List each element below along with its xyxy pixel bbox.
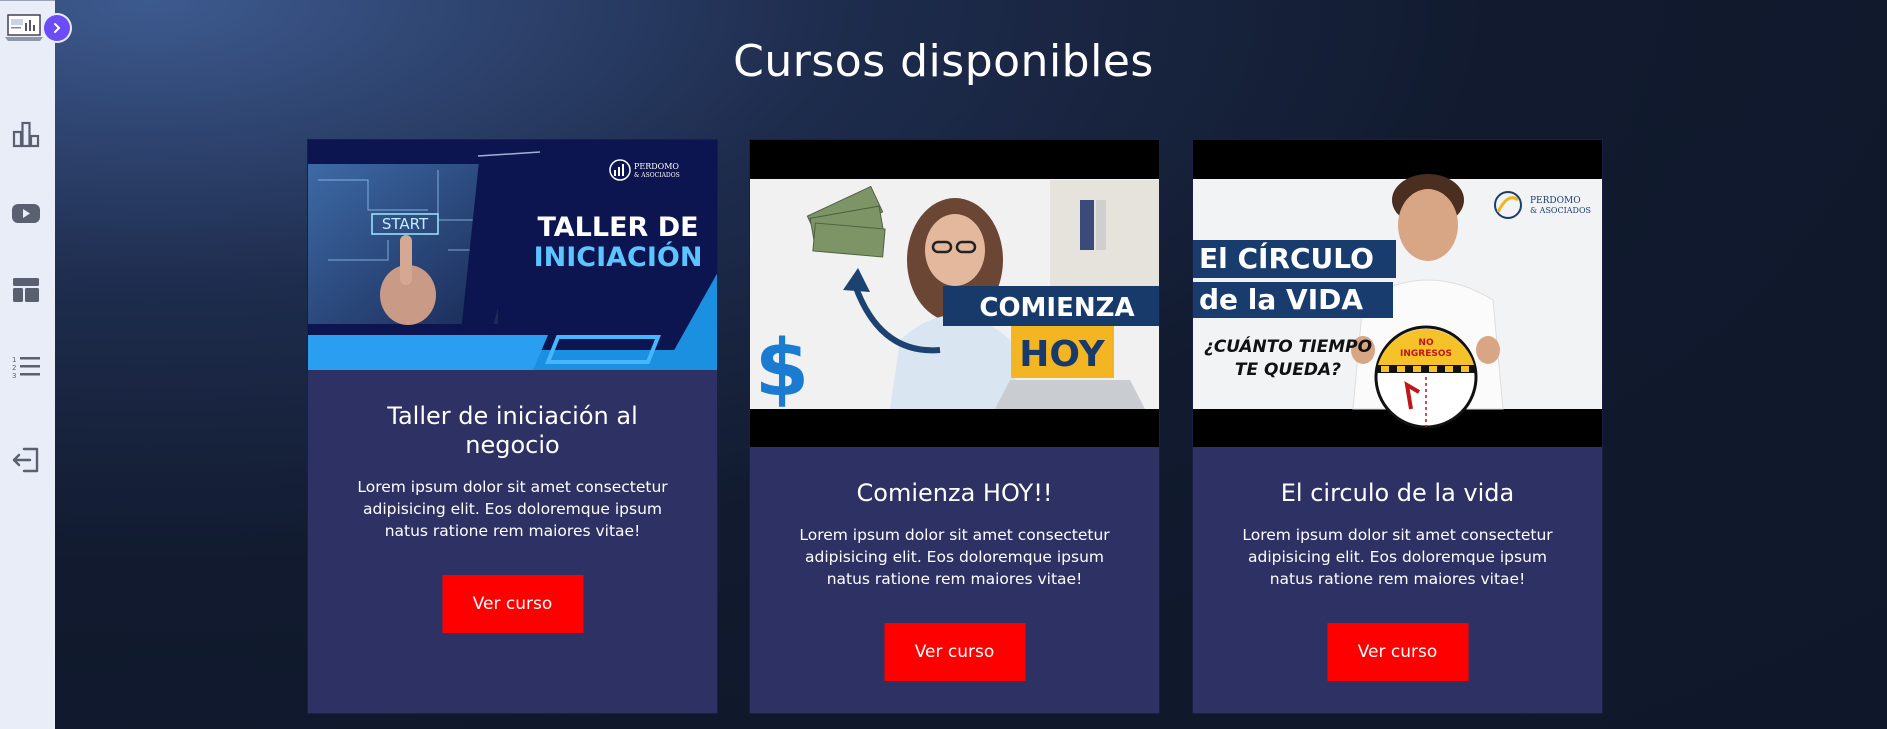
course-title: Comienza HOY!! (856, 479, 1053, 507)
svg-text:TALLER DE: TALLER DE (537, 212, 698, 243)
svg-text:3: 3 (12, 372, 16, 380)
svg-text:2: 2 (12, 364, 16, 372)
sidebar-item-stats[interactable] (10, 118, 42, 150)
numbered-list-icon: 1 2 3 (12, 356, 40, 380)
course-description: Lorem ipsum dolor sit amet consectetur a… (799, 526, 1110, 588)
course-card: PERDOMO & ASOCIADOS El CÍRCULO de la VID… (1192, 139, 1603, 714)
course-thumbnail-comienza: $ COMIENZA HOY (750, 140, 1159, 447)
chevron-right-icon (54, 23, 61, 33)
layout-icon (13, 278, 39, 302)
course-description: Lorem ipsum dolor sit amet consectetur a… (357, 478, 668, 540)
course-title: Taller de iniciación al negocio (387, 402, 638, 459)
youtube-icon (12, 204, 40, 223)
sidebar-item-videos[interactable] (10, 197, 42, 229)
svg-text:PERDOMO: PERDOMO (1530, 196, 1581, 206)
view-course-button[interactable]: Ver curso (442, 575, 583, 633)
sidebar-expand-button[interactable] (44, 15, 70, 41)
course-card: $ COMIENZA HOY Comienza HOY!! Lorem ipsu… (749, 139, 1160, 714)
svg-text:de la VIDA: de la VIDA (1199, 283, 1363, 316)
course-image: START PERDOMO & ASOCIADOS TALLER DE INIC… (308, 140, 717, 370)
course-card: START PERDOMO & ASOCIADOS TALLER DE INIC… (307, 139, 718, 714)
svg-text:INGRESOS: INGRESOS (1400, 349, 1452, 359)
svg-text:TE QUEDA?: TE QUEDA? (1235, 360, 1341, 380)
logout-icon (12, 447, 39, 473)
svg-text:NO: NO (1418, 338, 1434, 348)
view-course-button[interactable]: Ver curso (884, 623, 1025, 681)
course-image: PERDOMO & ASOCIADOS El CÍRCULO de la VID… (1193, 140, 1602, 447)
svg-text:INICIACIÓN: INICIACIÓN (534, 241, 703, 273)
svg-text:& ASOCIADOS: & ASOCIADOS (634, 172, 680, 179)
sidebar-item-logout[interactable] (10, 444, 42, 476)
page-title: Cursos disponibles (733, 36, 1154, 87)
course-thumbnail-circulo: PERDOMO & ASOCIADOS El CÍRCULO de la VID… (1193, 140, 1602, 447)
sidebar: 1 2 3 (0, 0, 70, 729)
course-description: Lorem ipsum dolor sit amet consectetur a… (1242, 526, 1553, 588)
svg-text:COMIENZA: COMIENZA (979, 293, 1134, 323)
svg-text:$: $ (755, 324, 809, 414)
sidebar-item-list[interactable]: 1 2 3 (10, 351, 42, 383)
svg-text:¿CUÁNTO TIEMPO: ¿CUÁNTO TIEMPO (1204, 335, 1372, 357)
svg-text:El CÍRCULO: El CÍRCULO (1199, 241, 1374, 275)
view-course-button[interactable]: Ver curso (1327, 623, 1468, 681)
bar-chart-icon (12, 121, 40, 148)
svg-text:& ASOCIADOS: & ASOCIADOS (1530, 206, 1591, 215)
svg-text:1: 1 (12, 356, 16, 364)
sidebar-item-layout[interactable] (10, 274, 42, 306)
svg-text:HOY: HOY (1019, 334, 1105, 375)
svg-text:PERDOMO: PERDOMO (634, 162, 679, 171)
course-title: El circulo de la vida (1280, 479, 1515, 507)
course-image: $ COMIENZA HOY (750, 140, 1159, 447)
course-thumbnail-taller: START PERDOMO & ASOCIADOS TALLER DE INIC… (308, 140, 717, 370)
svg-text:START: START (382, 215, 429, 233)
